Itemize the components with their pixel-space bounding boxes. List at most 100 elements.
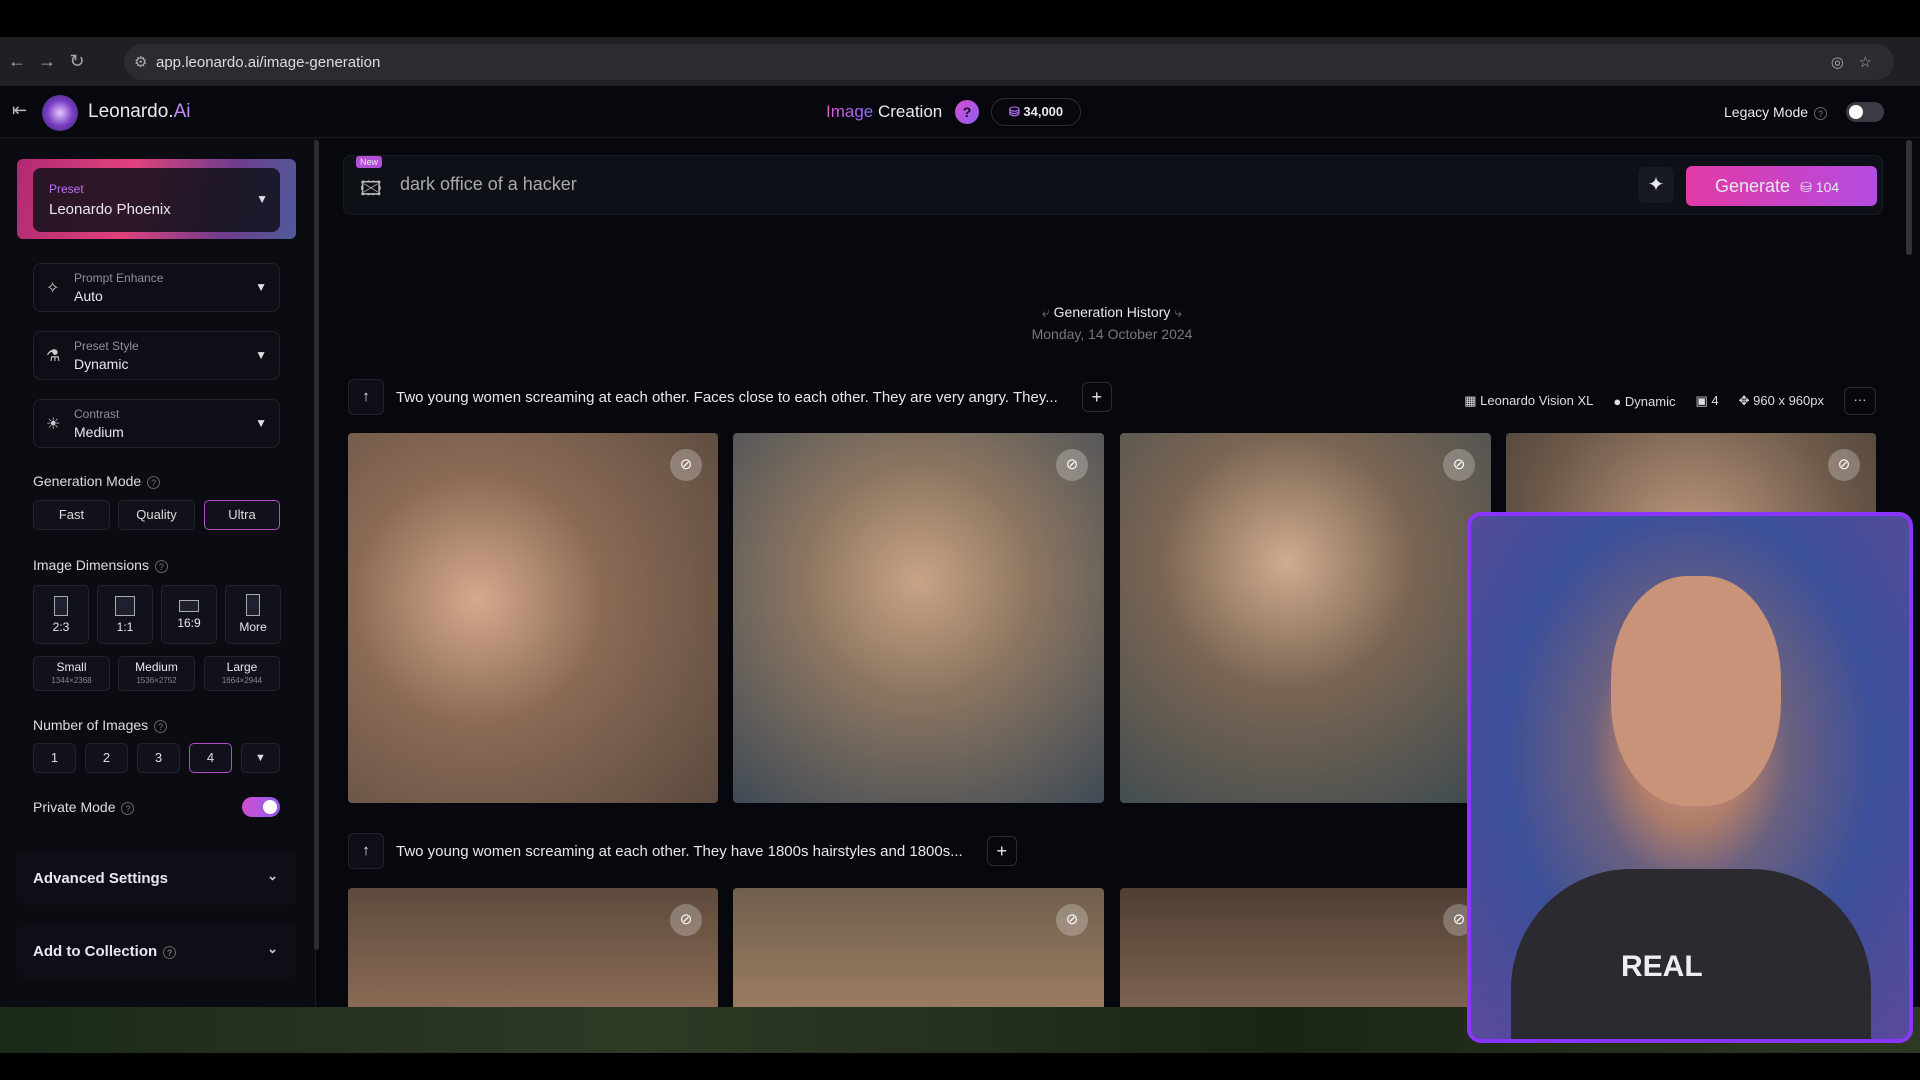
- more-options-button[interactable]: ···: [1844, 387, 1876, 415]
- eye-off-icon[interactable]: ⊘: [670, 449, 702, 481]
- help-icon: ?: [154, 559, 168, 573]
- main-scrollbar[interactable]: [1906, 140, 1912, 255]
- eye-off-icon[interactable]: ⊘: [1056, 449, 1088, 481]
- preset-select[interactable]: Preset Leonardo Phoenix ▼: [33, 168, 280, 232]
- eye-off-icon[interactable]: ⊘: [670, 904, 702, 936]
- advanced-settings-section[interactable]: Advanced Settings ⌄: [17, 852, 296, 905]
- reload-icon[interactable]: ↻: [64, 51, 90, 72]
- eye-off-icon[interactable]: ⊘: [1056, 904, 1088, 936]
- help-icon: ?: [121, 801, 135, 815]
- eye-off-icon[interactable]: ⊘: [1443, 449, 1475, 481]
- num-images-2-button[interactable]: 2: [85, 743, 128, 773]
- num-images-4-button[interactable]: 4: [189, 743, 232, 773]
- mode-fast-button[interactable]: Fast: [33, 500, 110, 530]
- generate-button[interactable]: Generate ⛁ 104: [1686, 166, 1877, 206]
- model-icon: ▦: [1464, 393, 1477, 408]
- sidebar-scrollbar[interactable]: [314, 140, 319, 950]
- caret-down-icon: ▼: [256, 192, 268, 206]
- ratio-1-1-button[interactable]: 1:1: [97, 585, 153, 644]
- contrast-select[interactable]: ☀ Contrast Medium ▼: [33, 399, 280, 448]
- num-images-dropdown[interactable]: ▼: [241, 743, 280, 773]
- prompt-enhance-value: Auto: [74, 288, 103, 304]
- generated-image[interactable]: ⊘: [1120, 433, 1491, 803]
- ratio-16-9-button[interactable]: 16:9: [161, 585, 217, 644]
- add-icon[interactable]: +: [1081, 382, 1112, 412]
- caret-down-icon: ▼: [255, 416, 267, 430]
- eye-off-icon[interactable]: ◎: [1831, 53, 1844, 71]
- private-mode-label: Private Mode?: [33, 799, 135, 815]
- star-icon[interactable]: ☆: [1859, 53, 1872, 71]
- add-icon[interactable]: +: [986, 836, 1017, 866]
- size-medium-button[interactable]: Medium 1536×2752: [118, 656, 195, 691]
- help-icon: ?: [154, 719, 168, 733]
- generated-image[interactable]: ⊘: [1120, 888, 1491, 1007]
- address-bar[interactable]: ⚙ app.leonardo.ai/image-generation ◎ ☆: [124, 44, 1894, 80]
- chevron-down-icon: ⌄: [267, 868, 278, 883]
- coins-icon: ⛁: [1008, 104, 1020, 119]
- preset-value: Leonardo Phoenix: [49, 201, 171, 218]
- tall-icon: [246, 594, 260, 616]
- history-date: Monday, 14 October 2024: [1031, 326, 1193, 342]
- legacy-mode-label: Legacy Mode?: [1724, 104, 1828, 120]
- num-images-3-button[interactable]: 3: [137, 743, 180, 773]
- generated-image[interactable]: ⊘: [733, 433, 1104, 803]
- generation-prompt: Two young women screaming at each other.…: [396, 842, 963, 860]
- sparkles-icon: ✧: [46, 280, 60, 297]
- generation-row-header: ↑ Two young women screaming at each other…: [348, 833, 1017, 869]
- help-button[interactable]: ?: [955, 100, 979, 124]
- screen-top-bar: [0, 0, 1920, 37]
- help-icon: ?: [1814, 106, 1828, 120]
- number-of-images-label: Number of Images?: [33, 717, 168, 733]
- chevron-down-icon: ⌄: [267, 941, 278, 956]
- image-prompt-icon[interactable]: 🖾: [360, 174, 382, 208]
- forward-icon[interactable]: →: [34, 51, 60, 72]
- prompt-input[interactable]: dark office of a hacker: [400, 174, 577, 195]
- generation-prompt: Two young women screaming at each other.…: [396, 388, 1058, 406]
- collapse-icon[interactable]: ⇤: [12, 100, 27, 121]
- preset-style-value: Dynamic: [74, 356, 129, 372]
- ratio-2-3-button[interactable]: 2:3: [33, 585, 89, 644]
- reuse-prompt-icon[interactable]: ↑: [348, 379, 384, 415]
- back-icon[interactable]: ←: [4, 51, 30, 72]
- size-large-button[interactable]: Large 1664×2944: [204, 656, 280, 691]
- generated-image[interactable]: ⊘: [348, 888, 718, 1007]
- size-small-button[interactable]: Small 1344×2368: [33, 656, 110, 691]
- reuse-prompt-icon[interactable]: ↑: [348, 833, 384, 869]
- eye-off-icon[interactable]: ⊘: [1828, 449, 1860, 481]
- mode-ultra-button[interactable]: Ultra: [204, 500, 280, 530]
- url-text: app.leonardo.ai/image-generation: [156, 53, 381, 71]
- portrait-icon: [54, 596, 68, 616]
- token-balance[interactable]: ⛁ 34,000: [991, 98, 1081, 126]
- caret-down-icon: ▼: [255, 348, 267, 362]
- browser-toolbar: ← → ↻ ⚙ app.leonardo.ai/image-generation…: [0, 37, 1920, 86]
- flask-icon: ⚗: [46, 348, 61, 365]
- landscape-icon: [179, 600, 199, 612]
- coins-icon: ⛁: [1800, 179, 1812, 195]
- mode-quality-button[interactable]: Quality: [118, 500, 195, 530]
- legacy-mode-toggle[interactable]: [1846, 102, 1884, 122]
- contrast-value: Medium: [74, 424, 124, 440]
- ratio-more-button[interactable]: More: [225, 585, 281, 644]
- count-info: ▣ 4: [1695, 393, 1719, 408]
- prompt-magic-icon[interactable]: ✦: [1638, 167, 1674, 203]
- add-to-collection-section[interactable]: Add to Collection? ⌄: [17, 925, 296, 978]
- prompt-enhance-label: Prompt Enhance: [74, 271, 164, 285]
- image-dimensions-label: Image Dimensions?: [33, 557, 168, 573]
- move-icon: ✥: [1738, 393, 1750, 408]
- help-icon: ?: [147, 475, 161, 489]
- help-icon: ?: [163, 945, 177, 959]
- leonardo-logo: [42, 95, 78, 131]
- site-settings-icon[interactable]: ⚙: [134, 53, 147, 71]
- caret-down-icon: ▼: [255, 280, 267, 294]
- shirt-text: REAL: [1621, 950, 1703, 983]
- contrast-label: Contrast: [74, 407, 120, 421]
- generated-image[interactable]: ⊘: [733, 888, 1104, 1007]
- generated-image[interactable]: ⊘: [348, 433, 718, 803]
- images-icon: ▣: [1695, 393, 1708, 408]
- generation-row-header: ↑ Two young women screaming at each other…: [348, 379, 1112, 415]
- private-mode-toggle[interactable]: [242, 797, 280, 817]
- drop-icon: ●: [1613, 393, 1622, 409]
- preset-label: Preset: [49, 182, 84, 196]
- num-images-1-button[interactable]: 1: [33, 743, 76, 773]
- style-info: ● Dynamic: [1613, 393, 1676, 409]
